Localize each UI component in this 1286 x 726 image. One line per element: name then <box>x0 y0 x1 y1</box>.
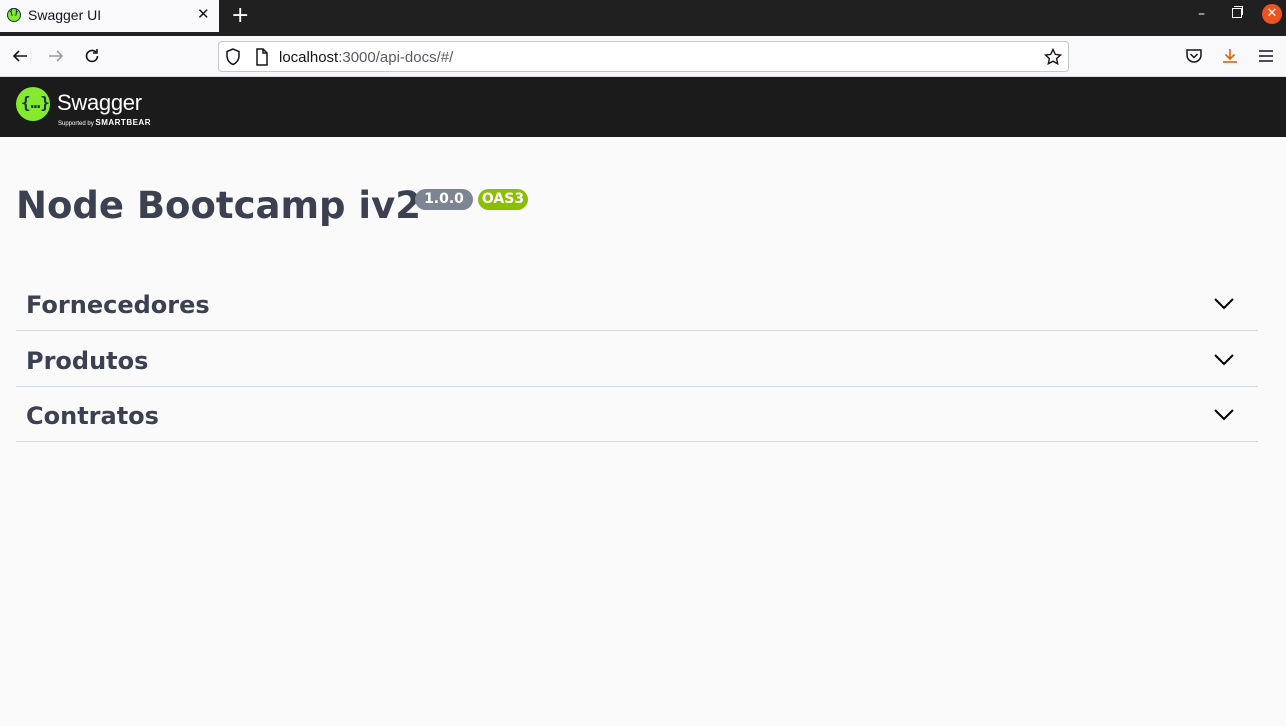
shield-icon[interactable] <box>225 48 241 70</box>
app-menu-icon[interactable] <box>1254 44 1278 68</box>
window-close-icon[interactable]: ✕ <box>1262 4 1282 24</box>
url-bar[interactable]: localhost:3000/api-docs/#/ <box>218 41 1069 72</box>
browser-tab-strip: {} Swagger UI ✕ + – ✕ <box>0 0 1286 36</box>
tagline-brand: SMARTBEAR <box>95 118 151 127</box>
back-arrow-icon[interactable] <box>8 44 32 68</box>
chevron-down-icon[interactable] <box>1212 351 1236 367</box>
tag-section-contratos[interactable]: Contratos <box>16 386 1258 442</box>
url-host: localhost <box>279 49 339 66</box>
downloads-icon[interactable] <box>1218 44 1242 68</box>
api-title: Node Bootcamp iv2 <box>16 184 421 227</box>
oas-badge: OAS3 <box>478 189 528 210</box>
chevron-down-icon[interactable] <box>1212 406 1236 422</box>
window-minimize-icon[interactable]: – <box>1198 6 1205 22</box>
tag-section-produtos[interactable]: Produtos <box>16 331 1258 387</box>
tag-label: Produtos <box>26 347 149 375</box>
swagger-brand[interactable]: Swagger <box>57 90 142 116</box>
pocket-icon[interactable] <box>1182 44 1206 68</box>
reload-icon[interactable] <box>80 44 104 68</box>
version-badge: 1.0.0 <box>415 189 473 210</box>
tag-label: Contratos <box>26 402 159 430</box>
swagger-logo-icon[interactable]: {…} <box>16 87 50 121</box>
browser-nav-bar: localhost:3000/api-docs/#/ <box>0 36 1286 77</box>
tagline-prefix: Supported by <box>58 121 94 127</box>
page-info-icon[interactable] <box>255 48 269 70</box>
swagger-favicon-icon: {} <box>7 7 21 22</box>
forward-arrow-icon[interactable] <box>44 44 68 68</box>
swagger-tagline: Supported by SMARTBEAR <box>58 118 151 127</box>
bookmark-star-icon[interactable] <box>1043 47 1063 70</box>
tag-label: Fornecedores <box>26 291 210 319</box>
tab-close-icon[interactable]: ✕ <box>197 5 210 23</box>
browser-tab-active[interactable]: {} Swagger UI ✕ <box>0 0 219 32</box>
tag-section-fornecedores[interactable]: Fornecedores <box>16 275 1258 331</box>
swagger-topbar: {…} Swagger Supported by SMARTBEAR <box>0 77 1286 137</box>
chevron-down-icon[interactable] <box>1212 295 1236 311</box>
url-text[interactable]: localhost:3000/api-docs/#/ <box>279 49 453 66</box>
swagger-logo-glyph: {…} <box>21 93 50 112</box>
window-restore-icon[interactable] <box>1232 6 1243 18</box>
tab-title: Swagger UI <box>28 7 102 23</box>
new-tab-icon[interactable]: + <box>231 3 249 28</box>
url-path: :3000/api-docs/#/ <box>338 49 454 66</box>
